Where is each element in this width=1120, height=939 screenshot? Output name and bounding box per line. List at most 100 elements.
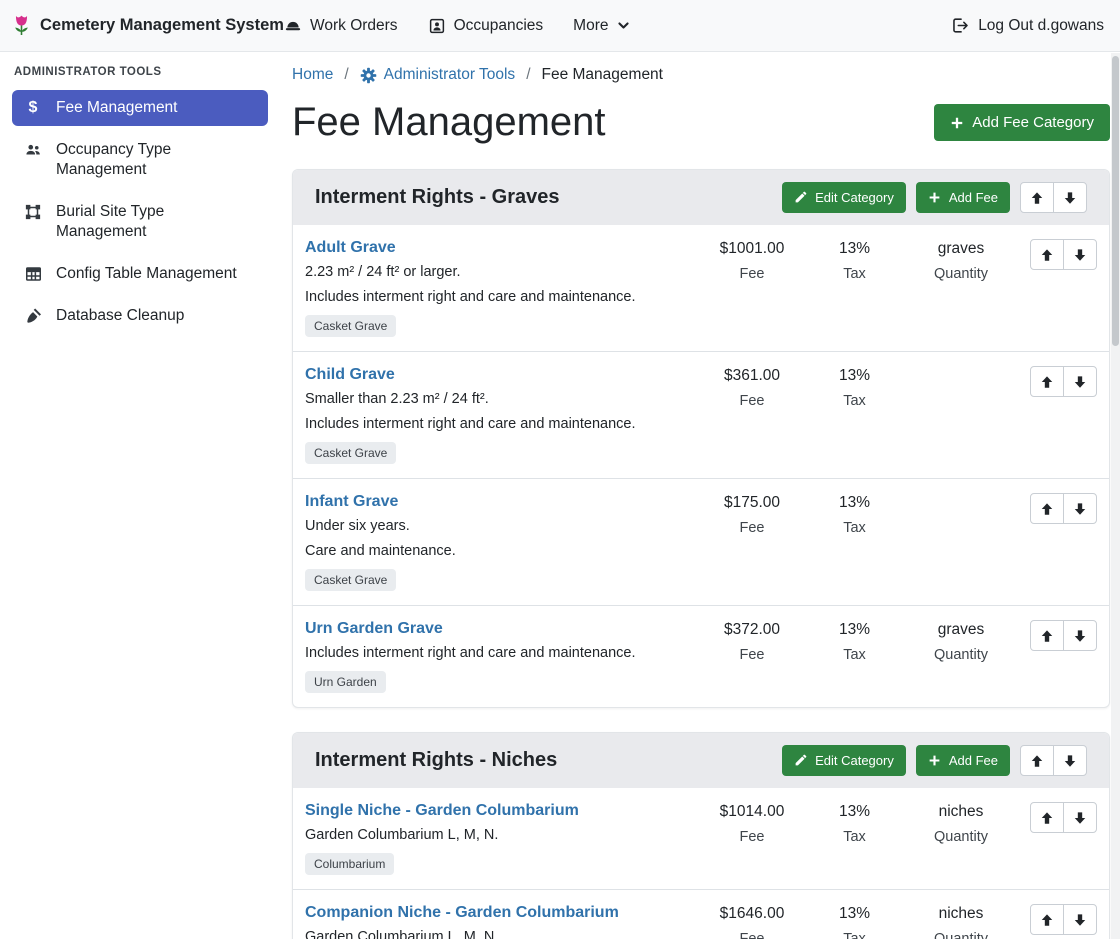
move-fee-down-button[interactable] xyxy=(1063,493,1097,524)
breadcrumb-admin-tools-link[interactable]: Administrator Tools xyxy=(360,66,516,84)
fee-type-badge: Casket Grave xyxy=(305,442,396,464)
breadcrumb-separator: / xyxy=(344,66,348,84)
fee-name-link[interactable]: Infant Grave xyxy=(305,493,398,511)
tax-label: Tax xyxy=(807,520,902,536)
move-category-down-button[interactable] xyxy=(1053,745,1087,776)
sidebar-item-config-table-management[interactable]: Config Table Management xyxy=(12,256,268,292)
move-fee-up-button[interactable] xyxy=(1030,239,1064,270)
add-fee-category-button[interactable]: Add Fee Category xyxy=(934,104,1110,141)
add-fee-button[interactable]: Add Fee xyxy=(916,182,1010,213)
tulip-logo-icon xyxy=(12,13,31,38)
fee-reorder-group xyxy=(1030,802,1097,833)
quantity-col xyxy=(902,493,1020,494)
plus-icon xyxy=(950,116,964,130)
move-fee-up-button[interactable] xyxy=(1030,802,1064,833)
fee-name-link[interactable]: Adult Grave xyxy=(305,239,396,257)
fee-amount-label: Fee xyxy=(697,393,807,409)
tax-rate: 13% xyxy=(807,803,902,821)
table-icon xyxy=(22,265,44,283)
sidebar-item-fee-management[interactable]: $ Fee Management xyxy=(12,90,268,126)
fee-name-link[interactable]: Single Niche - Garden Columbarium xyxy=(305,802,579,820)
move-fee-down-button[interactable] xyxy=(1063,802,1097,833)
quantity-unit: graves xyxy=(902,240,1020,258)
fee-description: Under six years. xyxy=(305,518,689,534)
fee-row: Infant Grave Under six years. Care and m… xyxy=(293,478,1109,605)
fee-row: Companion Niche - Garden Columbarium Gar… xyxy=(293,889,1109,939)
logout-button[interactable]: Log Out d.gowans xyxy=(950,16,1104,35)
fee-row: Adult Grave 2.23 m² / 24 ft² or larger. … xyxy=(293,225,1109,351)
quantity-col xyxy=(902,366,1020,367)
quantity-label: Quantity xyxy=(902,829,1020,845)
fee-amount: $1014.00 xyxy=(697,803,807,821)
fee-amount-label: Fee xyxy=(697,266,807,282)
arrow-up-icon xyxy=(1040,913,1054,927)
tax-col: 13% Tax xyxy=(807,239,902,282)
nav-item-more[interactable]: More xyxy=(573,17,629,35)
tax-rate: 13% xyxy=(807,621,902,639)
tax-col: 13% Tax xyxy=(807,493,902,536)
move-category-up-button[interactable] xyxy=(1020,182,1054,213)
move-fee-down-button[interactable] xyxy=(1063,366,1097,397)
breadcrumb-home-link[interactable]: Home xyxy=(292,66,333,84)
move-fee-up-button[interactable] xyxy=(1030,620,1064,651)
scrollbar[interactable] xyxy=(1111,53,1120,939)
fee-description: Garden Columbarium L, M, N. xyxy=(305,827,689,843)
fee-description: Includes interment right and care and ma… xyxy=(305,289,689,305)
nav-item-work-orders[interactable]: Work Orders xyxy=(284,17,398,35)
move-category-up-button[interactable] xyxy=(1020,745,1054,776)
tax-rate: 13% xyxy=(807,240,902,258)
sidebar-item-database-cleanup[interactable]: Database Cleanup xyxy=(12,298,268,334)
fee-name-link[interactable]: Companion Niche - Garden Columbarium xyxy=(305,904,619,922)
move-fee-down-button[interactable] xyxy=(1063,239,1097,270)
arrow-down-icon xyxy=(1073,629,1087,643)
scrollbar-thumb[interactable] xyxy=(1112,56,1119,346)
edit-category-button[interactable]: Edit Category xyxy=(782,182,906,213)
breadcrumb: Home / Administr xyxy=(292,64,1110,84)
sidebar-item-burial-site-type-management[interactable]: Burial Site Type Management xyxy=(12,194,268,250)
pencil-icon xyxy=(794,754,807,767)
sidebar: ADMINISTRATOR TOOLS $ Fee Management Occ… xyxy=(0,52,280,939)
move-fee-up-button[interactable] xyxy=(1030,493,1064,524)
fee-category-card: Interment Rights - Niches Edit Category … xyxy=(292,732,1110,939)
plus-icon xyxy=(928,191,941,204)
fee-amount-col: $1001.00 Fee xyxy=(697,239,807,282)
fee-description: 2.23 m² / 24 ft² or larger. xyxy=(305,264,689,280)
page-header: Fee Management Add Fee Category xyxy=(292,100,1110,145)
tax-col: 13% Tax xyxy=(807,904,902,939)
breadcrumb-current: Fee Management xyxy=(542,66,664,84)
move-fee-down-button[interactable] xyxy=(1063,904,1097,935)
tax-label: Tax xyxy=(807,393,902,409)
nav-item-occupancies[interactable]: Occupancies xyxy=(428,17,544,35)
fee-row: Urn Garden Grave Includes interment righ… xyxy=(293,605,1109,707)
main-nav: Work Orders Occupancies More xyxy=(284,17,630,35)
add-fee-button[interactable]: Add Fee xyxy=(916,745,1010,776)
app-brand[interactable]: Cemetery Management System xyxy=(12,13,284,38)
quantity-col: graves Quantity xyxy=(902,239,1020,282)
arrow-up-icon xyxy=(1030,191,1044,205)
move-fee-down-button[interactable] xyxy=(1063,620,1097,651)
sidebar-heading: ADMINISTRATOR TOOLS xyxy=(12,62,268,90)
fee-description: Care and maintenance. xyxy=(305,543,689,559)
fee-amount-label: Fee xyxy=(697,931,807,939)
move-category-down-button[interactable] xyxy=(1053,182,1087,213)
fee-name-link[interactable]: Urn Garden Grave xyxy=(305,620,443,638)
fee-amount-label: Fee xyxy=(697,520,807,536)
fee-description: Smaller than 2.23 m² / 24 ft². xyxy=(305,391,689,407)
move-fee-up-button[interactable] xyxy=(1030,904,1064,935)
category-title: Interment Rights - Niches xyxy=(315,749,772,772)
pencil-icon xyxy=(794,191,807,204)
fee-type-badge: Casket Grave xyxy=(305,569,396,591)
fee-type-badge: Casket Grave xyxy=(305,315,396,337)
sidebar-item-occupancy-type-management[interactable]: Occupancy Type Management xyxy=(12,132,268,188)
category-header: Interment Rights - Graves Edit Category … xyxy=(293,170,1109,225)
arrow-down-icon xyxy=(1073,913,1087,927)
edit-category-button[interactable]: Edit Category xyxy=(782,745,906,776)
arrow-down-icon xyxy=(1073,502,1087,516)
fee-name-link[interactable]: Child Grave xyxy=(305,366,395,384)
category-reorder-group xyxy=(1020,182,1087,213)
fee-reorder-group xyxy=(1030,620,1097,651)
move-fee-up-button[interactable] xyxy=(1030,366,1064,397)
fee-row: Single Niche - Garden Columbarium Garden… xyxy=(293,788,1109,889)
fee-description: Includes interment right and care and ma… xyxy=(305,416,689,432)
page-title: Fee Management xyxy=(292,100,606,145)
